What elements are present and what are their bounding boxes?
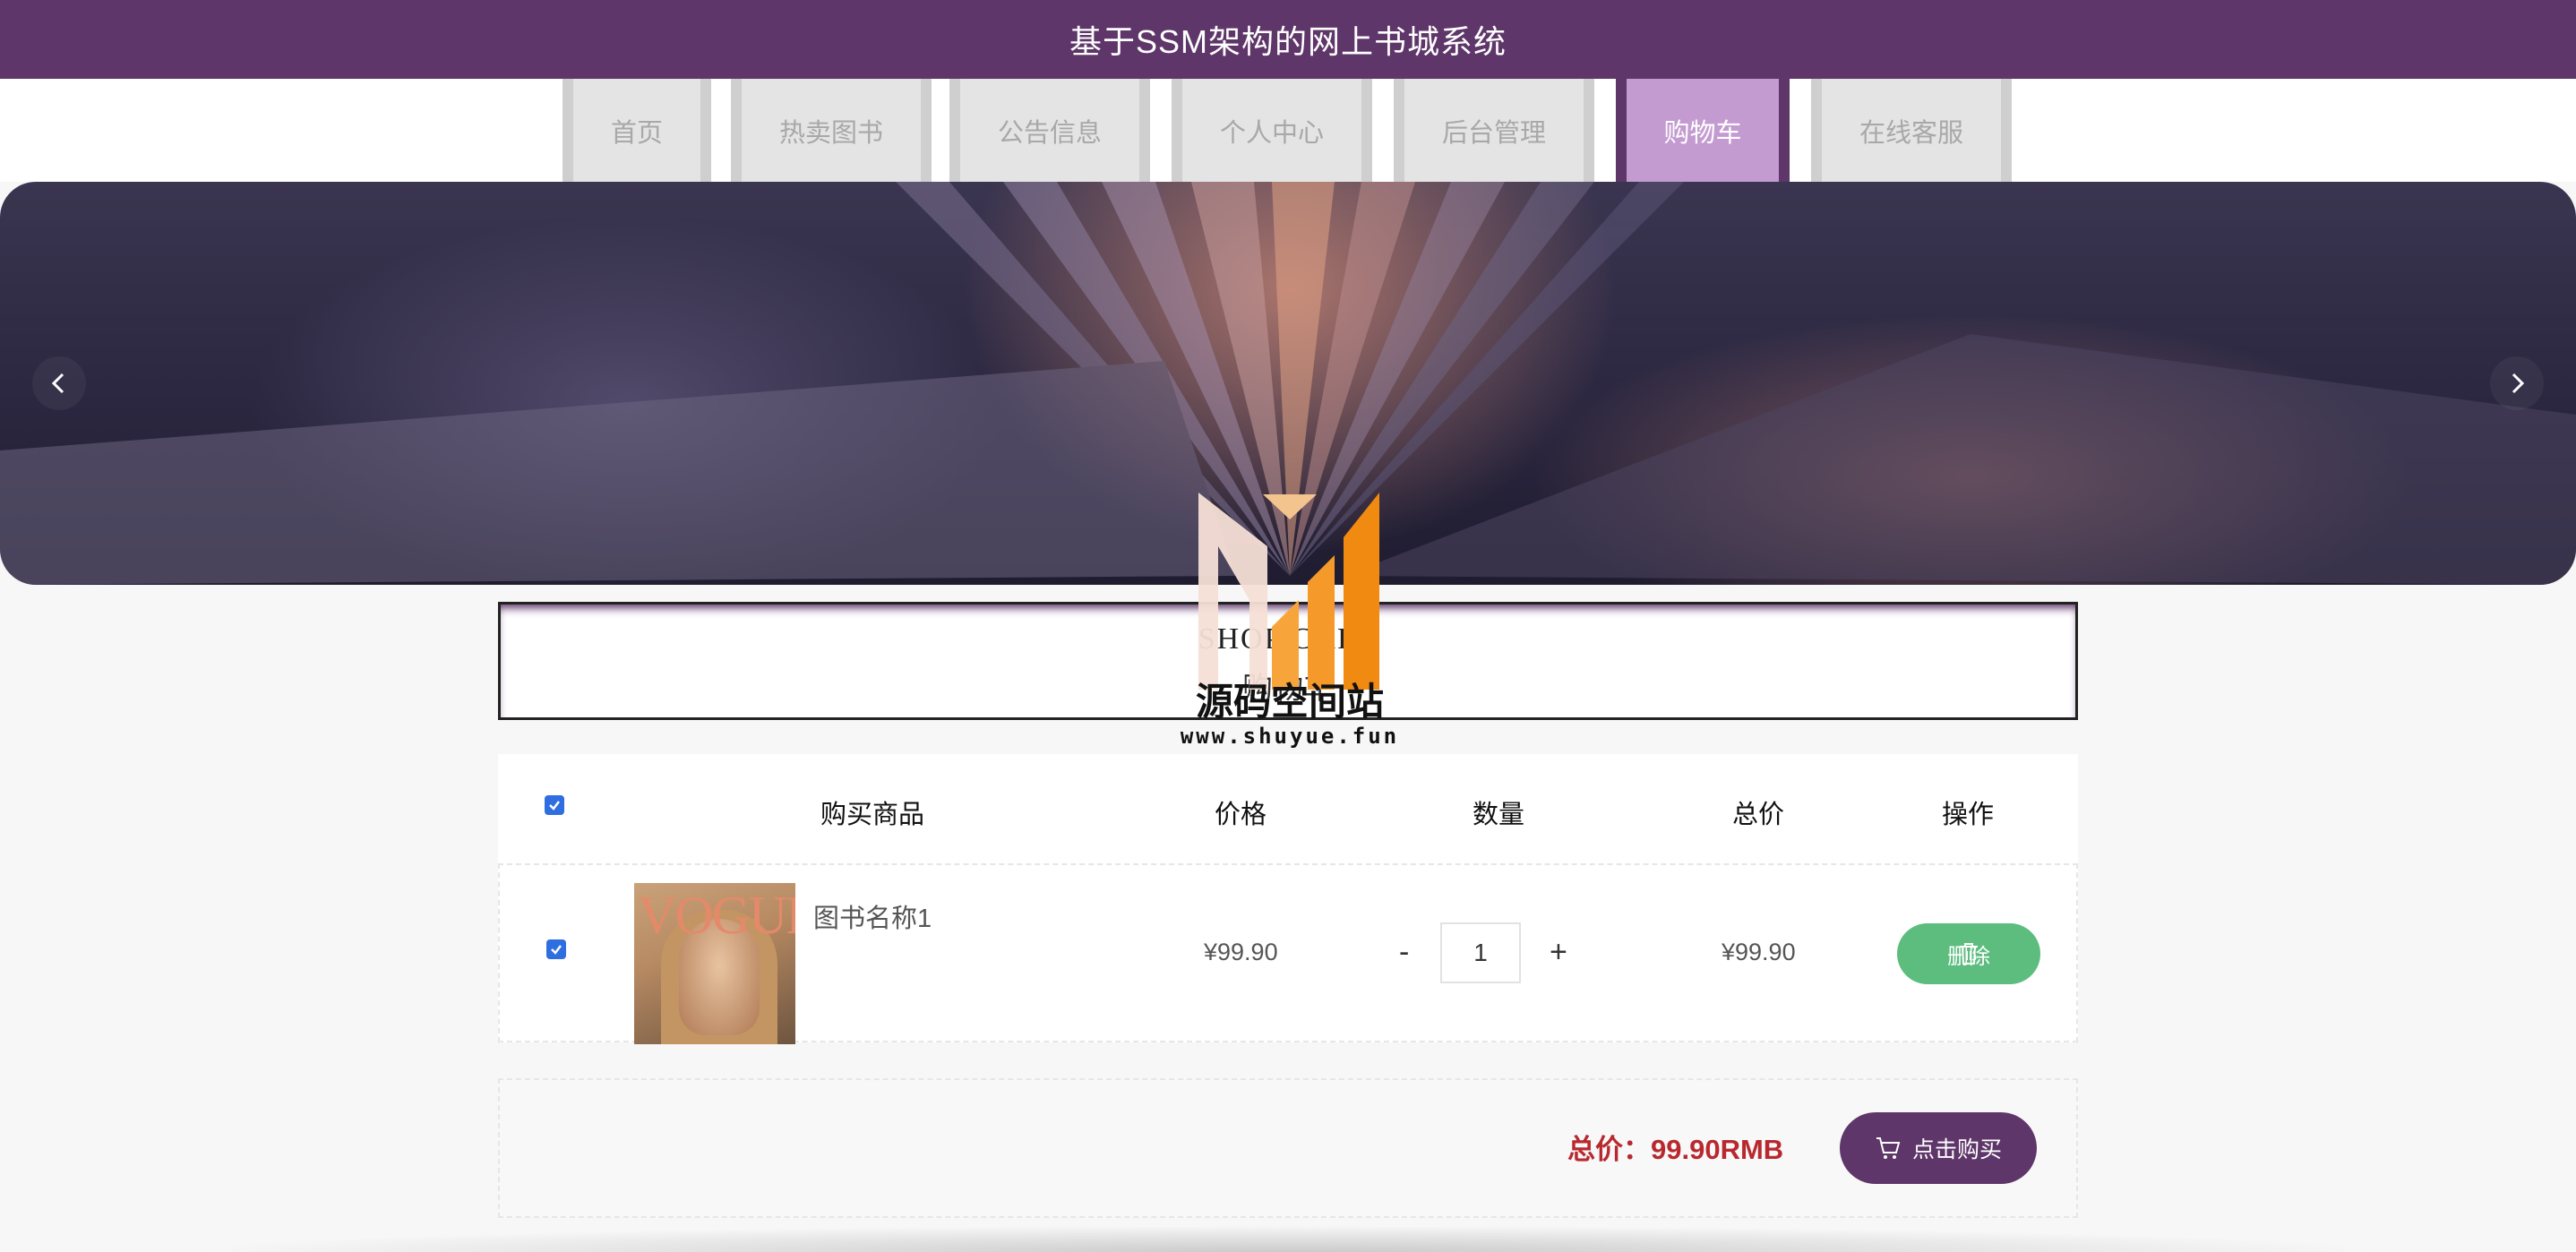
next-slide-button[interactable] [2490, 356, 2544, 410]
header-action: 操作 [1942, 801, 1995, 829]
qty-input[interactable]: 1 [1440, 922, 1521, 983]
qty-plus-button[interactable]: + [1550, 935, 1567, 970]
cart-table-header: 购买商品 价格 数量 总价 操作 [498, 754, 2078, 863]
site-title: 基于SSM架构的网上书城系统 [1069, 23, 1507, 60]
select-all-checkbox[interactable] [545, 795, 564, 815]
tab-shopping-cart[interactable]: 购物车 [1616, 79, 1790, 182]
tab-user-center[interactable]: 个人中心 [1172, 79, 1372, 182]
qty-minus-button[interactable]: - [1399, 935, 1409, 970]
cart-item-row: VOGUE 图书名称1 ¥99.90 - 1 + ¥99.90 删除 [498, 863, 2078, 1044]
item-total: ¥99.90 [1722, 939, 1796, 965]
buy-button[interactable]: 点击购买 [1840, 1112, 2037, 1184]
item-price: ¥99.90 [1204, 939, 1278, 965]
cart-icon [1876, 1137, 1901, 1159]
page-shadow [179, 1225, 2397, 1252]
header-total: 总价 [1732, 801, 1785, 829]
cover-masthead: VOGUE [638, 886, 795, 945]
watermark-url: www.shuyue.fun [1180, 724, 1400, 749]
total-price: 总价：99.90RMB [1567, 1134, 1784, 1165]
tab-announcements[interactable]: 公告信息 [949, 79, 1150, 182]
delete-label: 删除 [1947, 944, 1990, 969]
item-checkbox[interactable] [546, 939, 566, 959]
header-quantity: 数量 [1473, 801, 1525, 829]
chevron-right-icon [2512, 373, 2525, 394]
header-price: 价格 [1215, 801, 1267, 829]
cart-summary: 总价：99.90RMB 点击购买 [498, 1078, 2078, 1218]
prev-slide-button[interactable] [32, 356, 86, 410]
tab-home[interactable]: 首页 [562, 79, 711, 182]
tab-hot-books[interactable]: 热卖图书 [731, 79, 932, 182]
delete-button[interactable]: 删除 [1897, 923, 2040, 984]
checkmark-icon [551, 945, 562, 955]
tab-online-service[interactable]: 在线客服 [1811, 79, 2012, 182]
main-nav: 首页 热卖图书 公告信息 个人中心 后台管理 购物车 在线客服 [0, 79, 2576, 182]
header-product: 购买商品 [820, 801, 925, 829]
item-name[interactable]: 图书名称1 [813, 897, 932, 935]
book-cover-image[interactable]: VOGUE [634, 883, 795, 1044]
tab-admin[interactable]: 后台管理 [1394, 79, 1594, 182]
watermark-name: 源码空间站 [1195, 681, 1384, 723]
checkmark-icon [549, 801, 560, 810]
buy-label: 点击购买 [1911, 1137, 2002, 1162]
chevron-left-icon [51, 373, 64, 394]
site-header: 基于SSM架构的网上书城系统 [0, 0, 2576, 79]
